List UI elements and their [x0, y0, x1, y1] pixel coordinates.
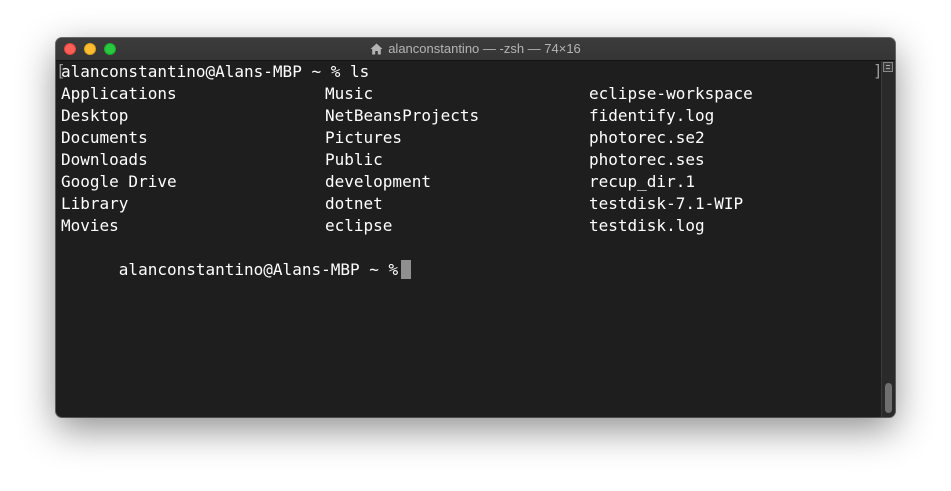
listing-entry: Applications [61, 84, 177, 103]
listing-entry: Documents [61, 128, 148, 147]
listing-entry: Public [325, 150, 383, 169]
listing-entry: eclipse-workspace [589, 84, 753, 103]
home-folder-icon [370, 40, 383, 62]
window-title-text: alanconstantino — -zsh — 74×16 [388, 41, 581, 56]
listing-entry: photorec.ses [589, 150, 705, 169]
listing-entry: Library [61, 194, 129, 213]
listing-entry: testdisk.log [589, 216, 705, 235]
listing-entry: recup_dir.1 [589, 172, 695, 191]
terminal-window: alanconstantino — -zsh — 74×16 [ alancon… [56, 38, 895, 417]
listing-entry: Pictures [325, 128, 403, 147]
vertical-scrollbar[interactable] [881, 61, 895, 417]
listing-entry: Downloads [61, 150, 148, 169]
command-line: alanconstantino@Alans-MBP ~ % ls [61, 62, 370, 81]
title-bar[interactable]: alanconstantino — -zsh — 74×16 [56, 38, 895, 61]
listing-entry: testdisk-7.1-WIP [589, 194, 744, 213]
listing-entry: Desktop [61, 106, 129, 125]
prompt-line[interactable]: alanconstantino@Alans-MBP ~ % [61, 237, 412, 279]
listing-entry: development [325, 172, 431, 191]
scroll-thumb[interactable] [885, 383, 892, 413]
listing-entry: NetBeansProjects [325, 106, 480, 125]
listing-entry: Google Drive [61, 172, 177, 191]
text-cursor [401, 260, 412, 279]
listing-entry: fidentify.log [589, 106, 715, 125]
split-pane-button[interactable] [883, 62, 893, 72]
terminal-output[interactable]: [ alanconstantino@Alans-MBP ~ % ls ] App… [56, 61, 883, 417]
listing-entry: photorec.se2 [589, 128, 705, 147]
listing-entry: Music [325, 84, 374, 103]
window-title: alanconstantino — -zsh — 74×16 [56, 38, 895, 60]
prompt-text: alanconstantino@Alans-MBP ~ % [118, 260, 399, 279]
listing-entry: dotnet [325, 194, 383, 213]
listing-entry: eclipse [325, 216, 393, 235]
listing-entry: Movies [61, 216, 119, 235]
